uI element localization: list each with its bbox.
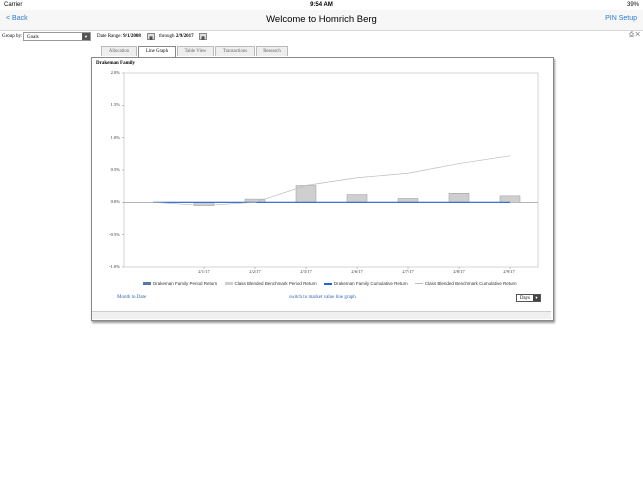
period-select-value: Days (520, 296, 530, 301)
y-tick-label: -1.0% (109, 264, 120, 269)
legend-item: Drakeman Family Cumulative Return (323, 281, 408, 286)
legend-swatch (323, 283, 332, 285)
bar-mark (499, 195, 521, 203)
legend-item: Class Blended Benchmark Cumulative Retur… (414, 281, 517, 286)
x-tick-label: 2/6/17 (351, 269, 363, 274)
plot-area (123, 72, 539, 268)
x-tick-label: 2/9/17 (503, 269, 515, 274)
legend-label: Class Blended Benchmark Period Return (234, 281, 317, 286)
bar-mark (346, 194, 368, 203)
y-tick-label: 2.0% (110, 70, 120, 75)
legend-item: Drakeman Family Period Return (143, 281, 217, 286)
y-tick-label: 1.5% (110, 102, 120, 107)
y-tick-label: 1.0% (110, 135, 120, 140)
y-tick-label: -0.5% (109, 232, 120, 237)
x-tick-label: 2/8/17 (453, 269, 465, 274)
period-select[interactable]: Days ▼ (516, 294, 541, 302)
switch-graph-link[interactable]: switch to market value line graph (289, 295, 356, 300)
legend-item: Class Blended Benchmark Period Return (224, 281, 317, 286)
x-tick-label: 2/1/17 (198, 269, 210, 274)
x-tick-label: 2/3/17 (300, 269, 312, 274)
bar-mark (448, 193, 470, 203)
horizontal-scrollbar[interactable] (92, 311, 551, 319)
legend-swatch (414, 283, 423, 285)
chevron-down-icon: ▼ (533, 295, 540, 301)
x-tick-label: 2/7/17 (402, 269, 414, 274)
legend-label: Class Blended Benchmark Cumulative Retur… (424, 281, 517, 286)
legend-label: Drakeman Family Cumulative Return (333, 281, 408, 286)
y-tick-label: 0.5% (110, 167, 120, 172)
chart-legend: Drakeman Family Period Return Class Blen… (143, 281, 522, 286)
month-to-date-link[interactable]: Month to Date (117, 295, 146, 300)
x-tick-label: 2/2/17 (249, 269, 261, 274)
legend-swatch (143, 282, 151, 286)
legend-swatch (224, 282, 233, 286)
y-tick-label: 0.0% (110, 199, 120, 204)
legend-label: Drakeman Family Period Return (153, 281, 218, 286)
